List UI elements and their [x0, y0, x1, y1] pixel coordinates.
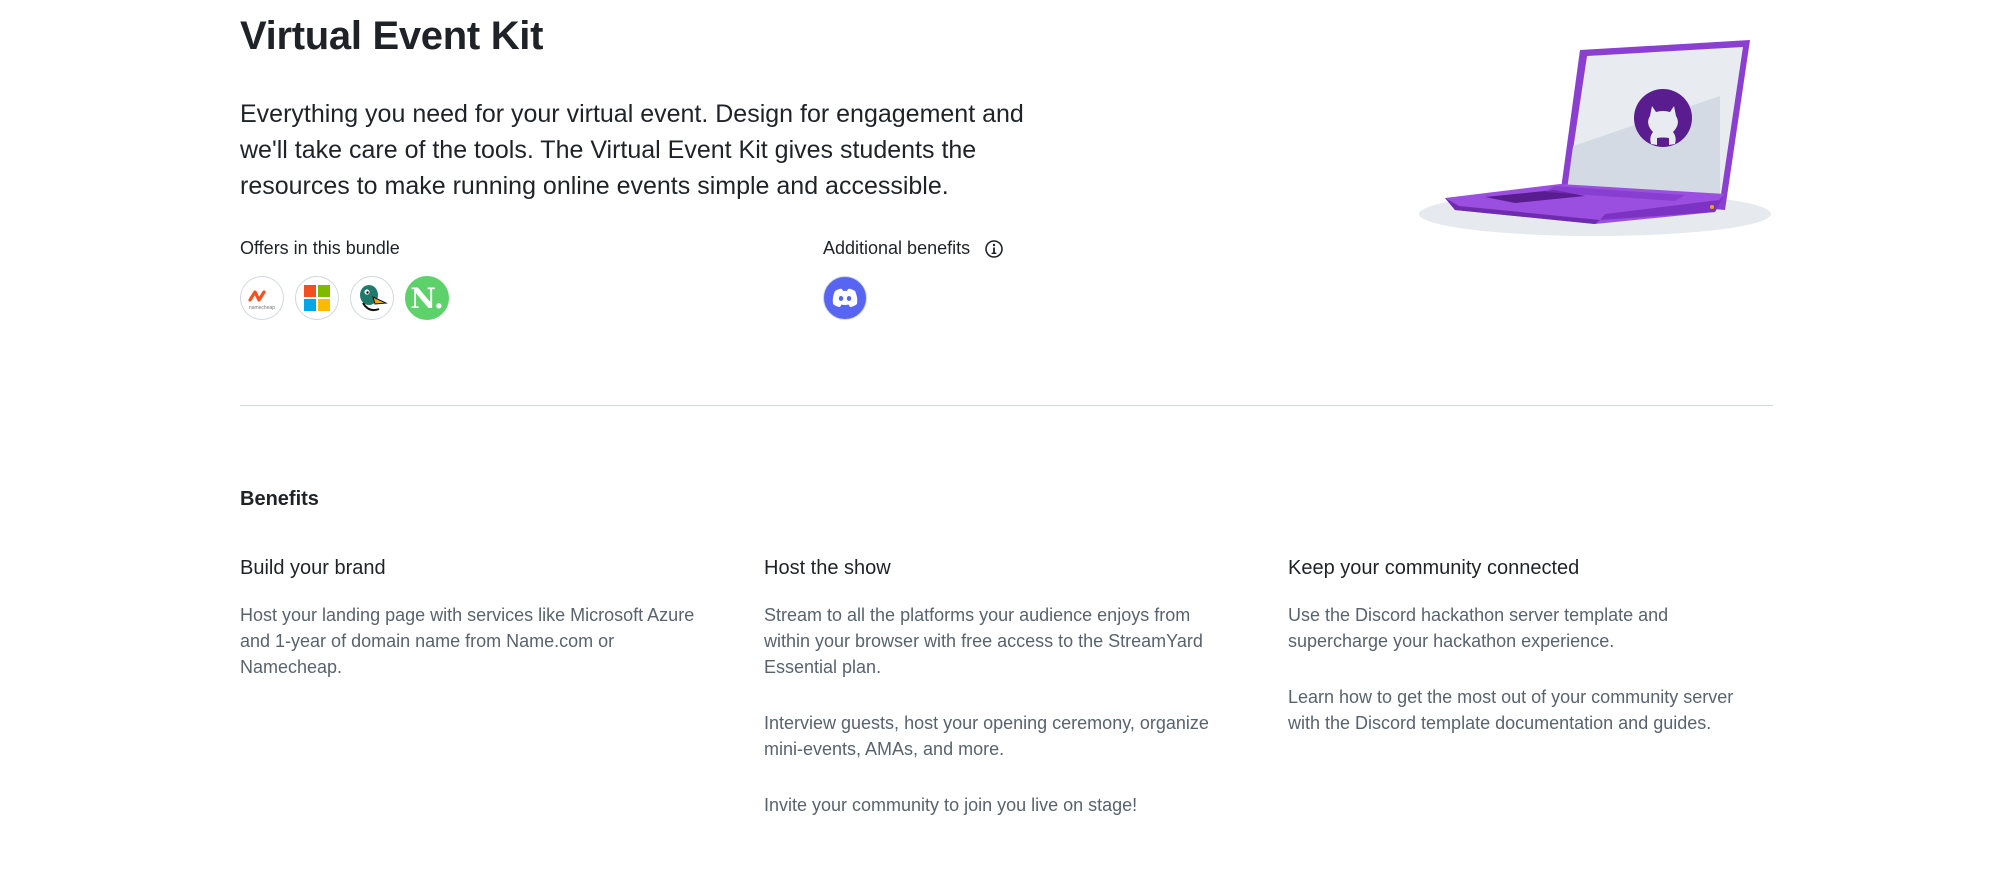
namecheap-logo[interactable]: namecheap [240, 276, 284, 320]
benefit-column-community: Keep your community connected Use the Di… [1288, 557, 1768, 766]
benefit-heading: Keep your community connected [1288, 557, 1580, 579]
page-title: Virtual Event Kit [240, 14, 544, 58]
notion-logo[interactable]: N. [405, 276, 449, 320]
streamyard-logo[interactable] [350, 276, 394, 320]
laptop-illustration [1419, 40, 1771, 236]
benefit-paragraph: Host your landing page with services lik… [240, 605, 695, 677]
offers-logos: namecheap N. [240, 276, 449, 320]
benefit-paragraph: Interview guests, host your opening cere… [764, 713, 1209, 759]
microsoft-logo[interactable] [295, 276, 339, 320]
discord-logo[interactable] [823, 276, 867, 320]
discord-icon [832, 288, 858, 307]
page: Virtual Event Kit Everything you need fo… [0, 0, 2000, 869]
benefits-title: Benefits [240, 488, 319, 510]
additional-benefits-label: Additional benefits [823, 238, 1004, 259]
additional-benefits-text: Additional benefits [823, 238, 971, 258]
additional-logos [823, 276, 867, 320]
namecheap-wordmark: namecheap [249, 305, 275, 311]
offers-label: Offers in this bundle [240, 238, 400, 258]
benefit-column-show: Host the show Stream to all the platform… [764, 557, 1234, 848]
benefit-column-brand: Build your brand Host your landing page … [240, 557, 720, 710]
section-divider [240, 405, 1773, 406]
duck-icon [360, 285, 388, 312]
benefit-paragraph: Learn how to get the most out of your co… [1288, 687, 1734, 733]
hero-description: Everything you need for your virtual eve… [240, 100, 1024, 200]
benefit-paragraph: Use the Discord hackathon server templat… [1288, 605, 1669, 651]
benefit-heading: Build your brand [240, 557, 386, 579]
benefit-paragraph: Invite your community to join you live o… [764, 795, 1138, 815]
info-icon[interactable] [984, 239, 1004, 259]
namecheap-icon: namecheap [248, 290, 275, 311]
benefit-paragraph: Stream to all the platforms your audienc… [764, 605, 1203, 677]
microsoft-icon [304, 285, 330, 311]
benefit-heading: Host the show [764, 557, 891, 579]
notion-letter: N. [410, 281, 444, 315]
